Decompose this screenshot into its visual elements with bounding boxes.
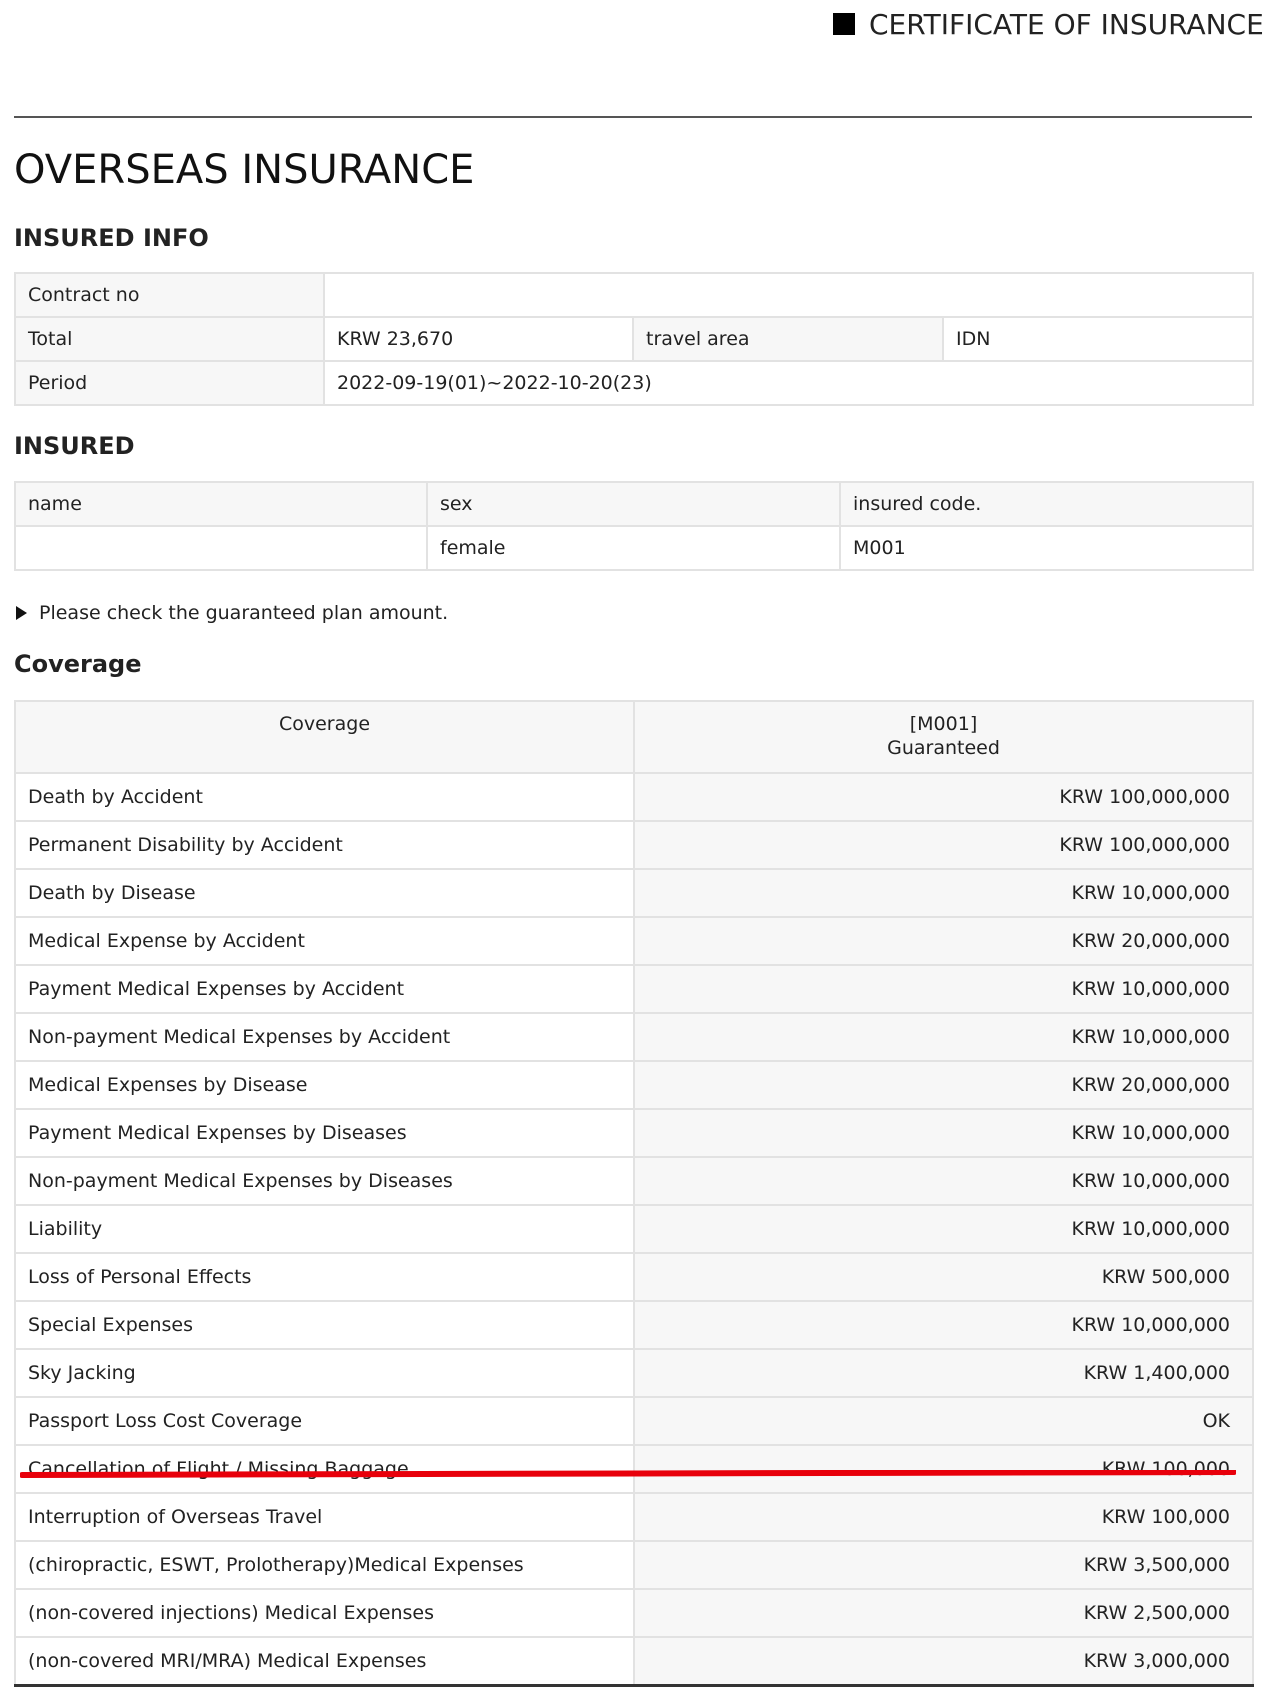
guaranteed-label: Guaranteed [887,737,1000,759]
insured-code-value: M001 [839,525,1254,571]
coverage-amount: KRW 3,000,000 [633,1636,1254,1686]
coverage-amount: KRW 2,500,000 [633,1588,1254,1638]
header-divider [14,116,1252,118]
name-value [14,525,428,571]
coverage-amount: KRW 10,000,000 [633,1012,1254,1062]
coverage-row: Medical Expenses by Disease KRW 20,000,00… [14,1060,1254,1110]
coverage-name: Cancellation of Flight / Missing Baggage [14,1444,635,1494]
total-value: KRW 23,670 [323,316,634,362]
guaranteed-header: [M001] Guaranteed [633,700,1254,774]
coverage-header: Coverage [14,700,635,774]
total-row: Total KRW 23,670 travel area IDN [14,316,1255,362]
coverage-row: Sky Jacking KRW 1,400,000 [14,1348,1254,1398]
coverage-name: Death by Disease [14,868,635,918]
coverage-row: Non-payment Medical Expenses by Accident… [14,1012,1254,1062]
coverage-name: Payment Medical Expenses by Diseases [14,1108,635,1158]
coverage-amount: KRW 10,000,000 [633,1300,1254,1350]
coverage-name: Loss of Personal Effects [14,1252,635,1302]
coverage-amount: OK [633,1396,1254,1446]
coverage-name: (non-covered MRI/MRA) Medical Expenses [14,1636,635,1686]
coverage-amount: KRW 3,500,000 [633,1540,1254,1590]
coverage-name: Sky Jacking [14,1348,635,1398]
coverage-name: Interruption of Overseas Travel [14,1492,635,1542]
insured-info-title: INSURED INFO [14,224,209,252]
coverage-row: Death by Disease KRW 10,000,000 [14,868,1254,918]
coverage-row: (chiropractic, ESWT, Prolotherapy)Medica… [14,1540,1254,1590]
coverage-name: Passport Loss Cost Coverage [14,1396,635,1446]
coverage-row: Loss of Personal Effects KRW 500,000 [14,1252,1254,1302]
contract-row: Contract no [14,272,1255,318]
insured-header-row: name sex insured code. [14,481,1254,527]
coverage-row: Non-payment Medical Expenses by Diseases… [14,1156,1254,1206]
coverage-amount: KRW 10,000,000 [633,964,1254,1014]
coverage-amount: KRW 100,000 [633,1444,1254,1494]
coverage-row: (non-covered MRI/MRA) Medical Expenses KR… [14,1636,1254,1686]
insured-info-table: Contract no Total KRW 23,670 travel area… [14,272,1255,406]
name-header: name [14,481,428,527]
coverage-name: Liability [14,1204,635,1254]
coverage-amount: KRW 100,000 [633,1492,1254,1542]
coverage-amount: KRW 10,000,000 [633,1204,1254,1254]
plan-notice: Please check the guaranteed plan amount. [16,599,448,627]
contract-no-label: Contract no [14,272,325,318]
coverage-name: Medical Expense by Accident [14,916,635,966]
coverage-row: Interruption of Overseas Travel KRW 100,0… [14,1492,1254,1542]
black-square-icon [833,13,855,35]
insured-code-header: insured code. [839,481,1254,527]
coverage-amount: KRW 20,000,000 [633,1060,1254,1110]
red-underline-mark [20,1470,1236,1478]
coverage-row: Liability KRW 10,000,000 [14,1204,1254,1254]
coverage-name: (non-covered injections) Medical Expense… [14,1588,635,1638]
coverage-amount: KRW 500,000 [633,1252,1254,1302]
triangle-right-icon [16,606,27,620]
coverage-amount: KRW 100,000,000 [633,820,1254,870]
sex-value: female [426,525,841,571]
coverage-amount: KRW 10,000,000 [633,868,1254,918]
travel-area-value: IDN [941,316,1255,362]
travel-area-label: travel area [632,316,944,362]
plan-notice-text: Please check the guaranteed plan amount. [39,602,449,624]
coverage-row: Payment Medical Expenses by Accident KRW … [14,964,1254,1014]
page-title: OVERSEAS INSURANCE [14,147,475,193]
coverage-name: Special Expenses [14,1300,635,1350]
coverage-row: Cancellation of Flight / Missing Baggage… [14,1444,1254,1494]
coverage-name: Payment Medical Expenses by Accident [14,964,635,1014]
insured-table: name sex insured code. female M001 [14,481,1254,571]
coverage-name: Medical Expenses by Disease [14,1060,635,1110]
coverage-amount: KRW 10,000,000 [633,1108,1254,1158]
coverage-name: Non-payment Medical Expenses by Accident [14,1012,635,1062]
certificate-title-text: CERTIFICATE OF INSURANCE [869,7,1264,41]
contract-no-value [322,272,1255,318]
period-row: Period 2022-09-19(01)~2022-10-20(23) [14,360,1255,406]
sex-header: sex [426,481,841,527]
coverage-row: Special Expenses KRW 10,000,000 [14,1300,1254,1350]
coverage-title: Coverage [14,650,142,678]
certificate-title: CERTIFICATE OF INSURANCE [833,4,1264,44]
period-value: 2022-09-19(01)~2022-10-20(23) [322,360,1255,406]
plan-code: [M001] [909,713,978,735]
coverage-row: Payment Medical Expenses by Diseases KRW … [14,1108,1254,1158]
coverage-name: Death by Accident [14,772,635,822]
coverage-row: (non-covered injections) Medical Expense… [14,1588,1254,1638]
coverage-amount: KRW 20,000,000 [633,916,1254,966]
insured-data-row: female M001 [14,525,1254,571]
coverage-row: Permanent Disability by Accident KRW 100,… [14,820,1254,870]
insured-title: INSURED [14,432,135,460]
coverage-row: Death by Accident KRW 100,000,000 [14,772,1254,822]
coverage-name: Non-payment Medical Expenses by Diseases [14,1156,635,1206]
coverage-row: Medical Expense by Accident KRW 20,000,00… [14,916,1254,966]
coverage-row: Passport Loss Cost Coverage OK [14,1396,1254,1446]
total-label: Total [14,316,325,362]
coverage-name: (chiropractic, ESWT, Prolotherapy)Medica… [14,1540,635,1590]
coverage-header-row: Coverage [M001] Guaranteed [14,700,1254,774]
coverage-amount: KRW 100,000,000 [633,772,1254,822]
coverage-table: Coverage [M001] Guaranteed Death by Acci… [14,700,1254,1687]
coverage-name: Permanent Disability by Accident [14,820,635,870]
period-label: Period [14,360,325,406]
coverage-amount: KRW 10,000,000 [633,1156,1254,1206]
coverage-amount: KRW 1,400,000 [633,1348,1254,1398]
